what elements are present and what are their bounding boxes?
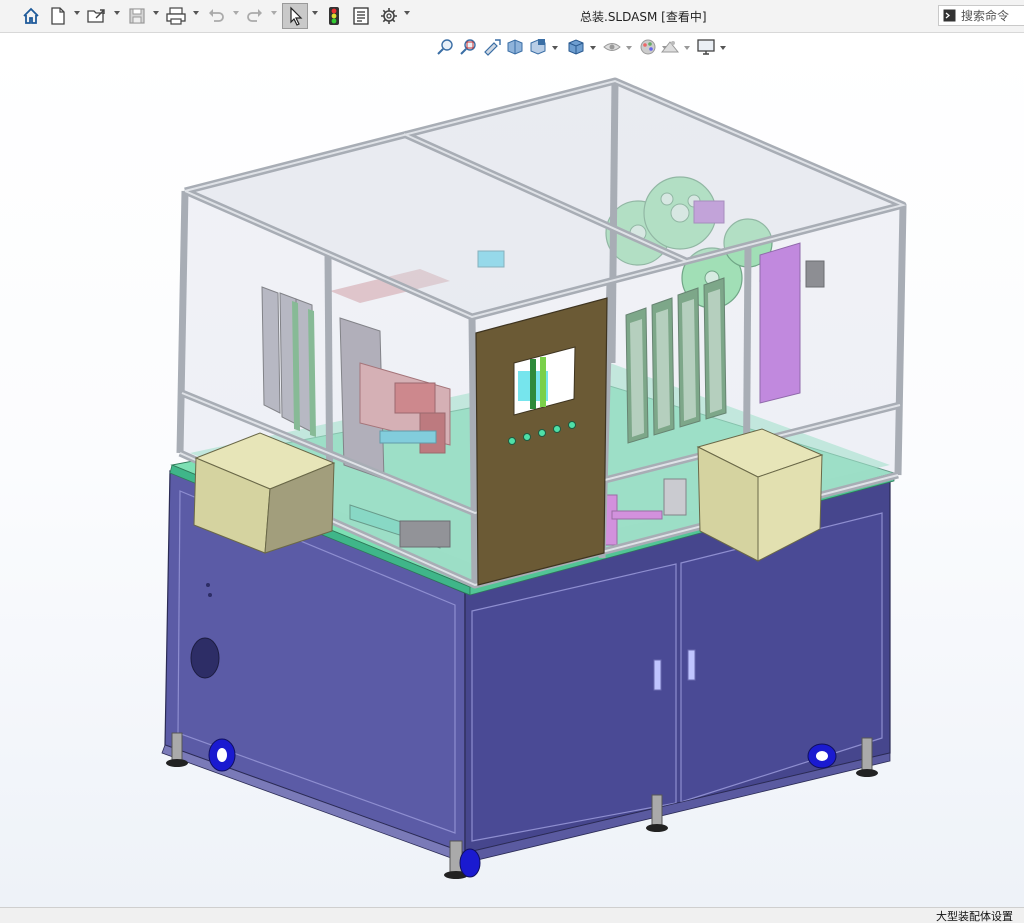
redo-icon[interactable] (244, 5, 266, 27)
control-panel-door[interactable] (475, 297, 608, 586)
open-file-icon[interactable] (86, 5, 108, 27)
cabinet-door-left[interactable] (471, 563, 677, 842)
search-input[interactable] (961, 8, 1024, 23)
home-icon[interactable] (20, 5, 42, 27)
file-properties-icon[interactable] (350, 5, 372, 27)
redo-dropdown-chevron-icon[interactable] (271, 11, 277, 15)
print-dropdown-chevron-icon[interactable] (193, 11, 199, 15)
status-bar: 大型装配体设置 (0, 907, 1024, 923)
select-arrow-icon (290, 6, 303, 26)
title-bar: 总装.SLDASM [查看中] (0, 0, 1024, 33)
undo-dropdown-chevron-icon[interactable] (233, 11, 239, 15)
document-title: 总装.SLDASM [查看中] (580, 10, 707, 24)
door-handle-left[interactable] (653, 659, 662, 691)
assembly-model[interactable] (0, 33, 1024, 907)
undo-icon[interactable] (205, 5, 227, 27)
new-document-icon[interactable] (48, 5, 68, 27)
vent-hole (190, 637, 220, 679)
options-gear-icon[interactable] (378, 5, 400, 27)
save-icon[interactable] (126, 5, 148, 27)
options-dropdown-chevron-icon[interactable] (404, 11, 410, 15)
graphics-viewport[interactable] (0, 33, 1024, 907)
print-icon[interactable] (165, 5, 187, 27)
indicator-light (508, 437, 516, 445)
new-dropdown-chevron-icon[interactable] (74, 11, 80, 15)
command-prompt-icon (943, 9, 956, 22)
select-button[interactable] (282, 3, 308, 29)
search-box[interactable] (938, 5, 1024, 26)
rebuild-traffic-light-icon[interactable] (326, 5, 342, 27)
open-dropdown-chevron-icon[interactable] (114, 11, 120, 15)
select-dropdown-chevron-icon[interactable] (312, 11, 318, 15)
door-handle-right[interactable] (687, 649, 696, 681)
save-dropdown-chevron-icon[interactable] (153, 11, 159, 15)
